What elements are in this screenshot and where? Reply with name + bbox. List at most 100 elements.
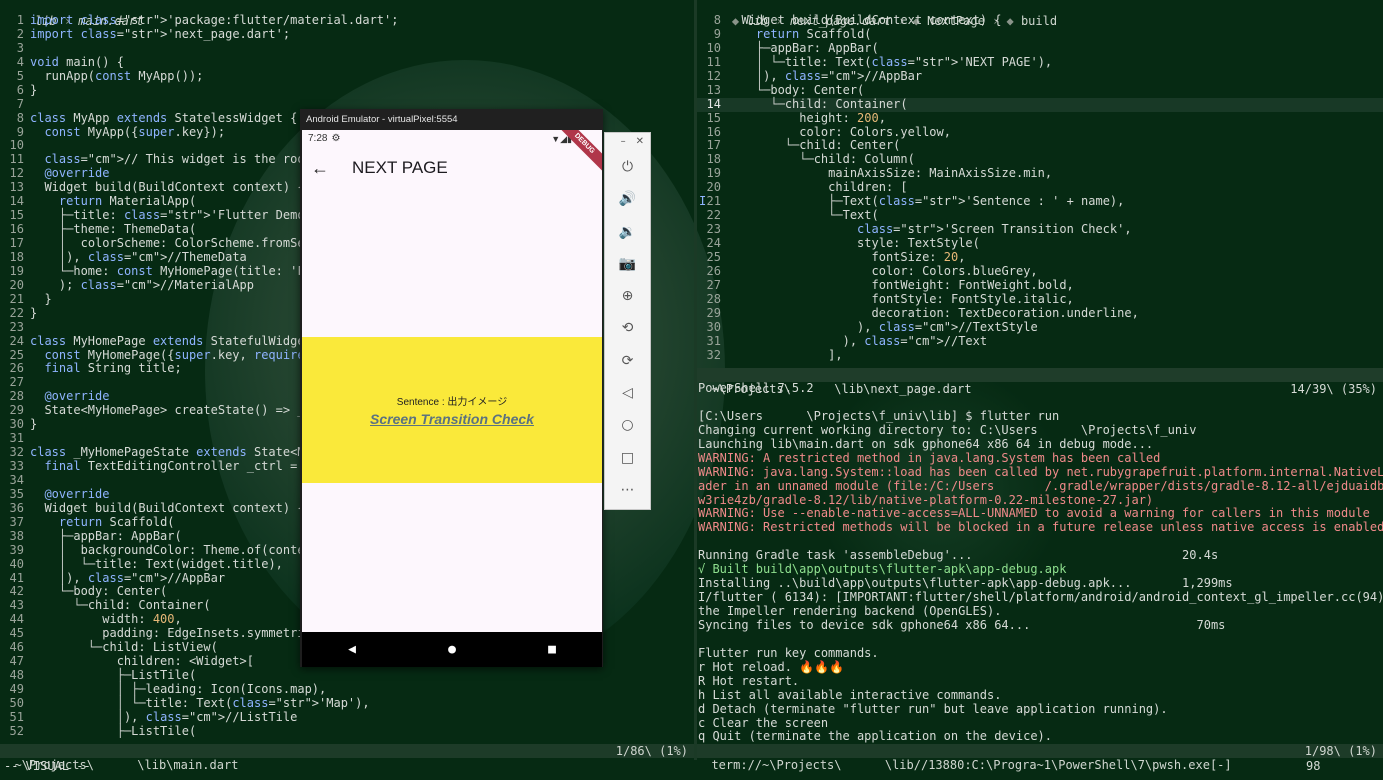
code-line[interactable]: 24 style: TextStyle(	[697, 236, 1383, 251]
code-line[interactable]: 1 import class="str">'package:flutter/mat…	[0, 13, 694, 28]
code-line[interactable]: 49 │ ├─leading: Icon(Icons.map),	[0, 682, 694, 697]
code-area-right[interactable]: 8 Widget build(BuildContext context) {9 …	[697, 13, 1383, 363]
code-line[interactable]: 4 void main() {	[0, 55, 694, 70]
line-number: 22	[9, 305, 24, 320]
code-text: └─body: Center(	[58, 584, 168, 599]
android-nav-bar: ◀ ● ■	[302, 632, 602, 667]
overview-icon[interactable]: □	[605, 442, 650, 474]
right-status-bar: ~\Projects\ \lib\next_page.dart 14/39\ (3…	[697, 368, 1383, 396]
camera-icon[interactable]: 📷	[605, 248, 650, 280]
terminal-line: WARNING: java.lang.System::load has been…	[698, 464, 1383, 479]
back-arrow-icon[interactable]: ←	[302, 158, 338, 179]
code-text: padding: EdgeInsets.symmetric(h	[30, 626, 327, 641]
code-text: @override	[44, 389, 110, 404]
code-line[interactable]: 52 ├─ListTile(	[0, 723, 694, 739]
line-number: 45	[9, 626, 24, 641]
home-icon[interactable]: ○	[605, 409, 650, 441]
line-number: 11	[9, 152, 24, 167]
terminal-pane[interactable]: PowerShell 7.5.2 [C:\Users \Projects\f_un…	[697, 382, 1383, 744]
code-line[interactable]: 5 runApp(const MyApp());	[0, 68, 694, 84]
line-number: 39	[9, 542, 24, 557]
nav-back-icon[interactable]: ◀	[348, 642, 356, 657]
line-number: 23	[706, 222, 721, 237]
code-line[interactable]: 31 ), class="cm">//Text	[697, 333, 1383, 349]
code-line[interactable]: 18 └─child: Column(	[697, 152, 1383, 167]
code-text: └─body: Center(	[755, 82, 865, 97]
code-text: runApp(const MyApp());	[30, 68, 204, 83]
code-line[interactable]: 51 │), class="cm">//ListTile	[0, 710, 694, 725]
line-number: 38	[9, 528, 24, 543]
terminal-line: Changing current working directory to: C…	[698, 422, 1197, 437]
back-icon[interactable]: ◁	[605, 377, 650, 409]
nav-home-icon[interactable]: ●	[448, 642, 456, 657]
code-text: │), class="cm">//AppBar	[58, 570, 226, 585]
line-number: 23	[9, 319, 24, 334]
code-line[interactable]: 6}	[0, 83, 694, 98]
terminal-line: d Detach (terminate "flutter run" but le…	[698, 701, 1168, 716]
close-icon[interactable]: ✕	[636, 133, 644, 151]
code-line[interactable]: 22 └─Text(	[697, 208, 1383, 223]
more-icon[interactable]: ⋯	[605, 474, 650, 506]
code-line[interactable]: 25 fontSize: 20,	[697, 250, 1383, 265]
emulator-title-bar[interactable]: Android Emulator - virtualPixel:5554	[300, 109, 603, 130]
device-screen[interactable]: 7:28 ⚙ ▼◢▮ DEBUG ← NEXT PAGE Sentence : 出…	[302, 130, 602, 632]
rotate-left-icon[interactable]: ⟲	[605, 312, 650, 344]
code-line[interactable]: 15 height: 200,	[697, 111, 1383, 126]
line-number: 26	[706, 263, 721, 278]
code-line[interactable]: 30 ), class="cm">//TextStyle	[697, 320, 1383, 335]
volume-up-icon[interactable]: 🔊	[605, 183, 650, 215]
breadcrumb-right: ◆ lib › next_page.dart › ◆ NextPage › ◆ …	[731, 14, 1058, 28]
line-number: 32	[9, 445, 24, 460]
rotate-right-icon[interactable]: ⟳	[605, 345, 650, 377]
code-text: children: [	[727, 180, 908, 195]
code-line[interactable]: 19 mainAxisSize: MainAxisSize.min,	[697, 166, 1383, 181]
breadcrumb-left: lib › main.dart	[34, 14, 144, 28]
volume-down-icon[interactable]: 🔉	[605, 216, 650, 248]
line-number: 10	[706, 40, 721, 55]
code-line[interactable]: 32 ],	[697, 348, 1383, 363]
code-line[interactable]: 9 return Scaffold(	[697, 27, 1383, 42]
code-line[interactable]: 8 Widget build(BuildContext context) {	[697, 13, 1383, 28]
code-text: final String title;	[44, 361, 182, 376]
line-number: 24	[9, 333, 24, 348]
code-line[interactable]: 50 │ └─title: Text(class="str">'Map'),	[0, 696, 694, 711]
minimize-icon[interactable]: –	[621, 133, 626, 151]
android-emulator-window[interactable]: Android Emulator - virtualPixel:5554 7:2…	[300, 109, 603, 667]
code-line[interactable]: 3	[0, 41, 694, 56]
terminal-line: √ Built build\app\outputs\flutter-apk\ap…	[698, 562, 1067, 577]
code-line[interactable]: 27 fontWeight: FontWeight.bold,	[697, 278, 1383, 293]
code-text: ), class="cm">//Text	[727, 333, 988, 348]
line-number: 16	[9, 222, 24, 237]
code-text: class="str">'Screen Transition Check',	[857, 222, 1132, 237]
yellow-container: Sentence : 出力イメージ Screen Transition Chec…	[302, 337, 602, 483]
code-line[interactable]: 2 import class="str">'next_page.dart';	[0, 27, 694, 42]
terminal-line: Flutter run key commands.	[698, 645, 879, 660]
code-line[interactable]: 28 fontStyle: FontStyle.italic,	[697, 292, 1383, 307]
screen-transition-check-text: Screen Transition Check	[370, 411, 534, 427]
code-text: style: TextStyle(	[727, 236, 980, 250]
zoom-icon[interactable]: ⊕	[605, 280, 650, 312]
line-number: 22	[706, 208, 721, 223]
emulator-sidebar: – ✕ ⏻ 🔊 🔉 📷 ⊕ ⟲ ⟳ ◁ ○ □ ⋯	[604, 132, 651, 510]
line-number: 33	[9, 459, 24, 473]
power-icon[interactable]: ⏻	[605, 151, 650, 183]
code-line[interactable]: 48 ├─ListTile(	[0, 668, 694, 683]
terminal-status-path: term://~\Projects\ \lib//13880:C:\Progra…	[711, 758, 1232, 772]
code-line[interactable]: 26 color: Colors.blueGrey,	[697, 263, 1383, 279]
nav-recents-icon[interactable]: ■	[548, 642, 556, 657]
code-line[interactable]: 11 │ └─title: Text(class="str">'NEXT PAG…	[697, 55, 1383, 70]
line-number: 43	[9, 598, 24, 613]
code-text: ├─ListTile(	[116, 723, 197, 738]
code-line[interactable]: 23 class="str">'Screen Transition Check'…	[697, 222, 1383, 237]
code-line[interactable]: 10 ├─appBar: AppBar(	[697, 40, 1383, 56]
editor-right-pane[interactable]: ◆ lib › next_page.dart › ◆ NextPage › ◆ …	[697, 0, 1383, 368]
code-text: └─child: Container(	[73, 598, 211, 613]
code-line[interactable]: 14 └─child: Container(	[697, 96, 1383, 112]
line-number: 17	[9, 236, 24, 250]
code-text: }	[30, 305, 38, 320]
code-line[interactable]: 12 │), class="cm">//AppBar	[697, 69, 1383, 84]
code-line[interactable]: 13 └─body: Center(	[697, 82, 1383, 98]
line-number: 14	[706, 96, 721, 111]
code-line[interactable]: 29 decoration: TextDecoration.underline,	[697, 306, 1383, 321]
